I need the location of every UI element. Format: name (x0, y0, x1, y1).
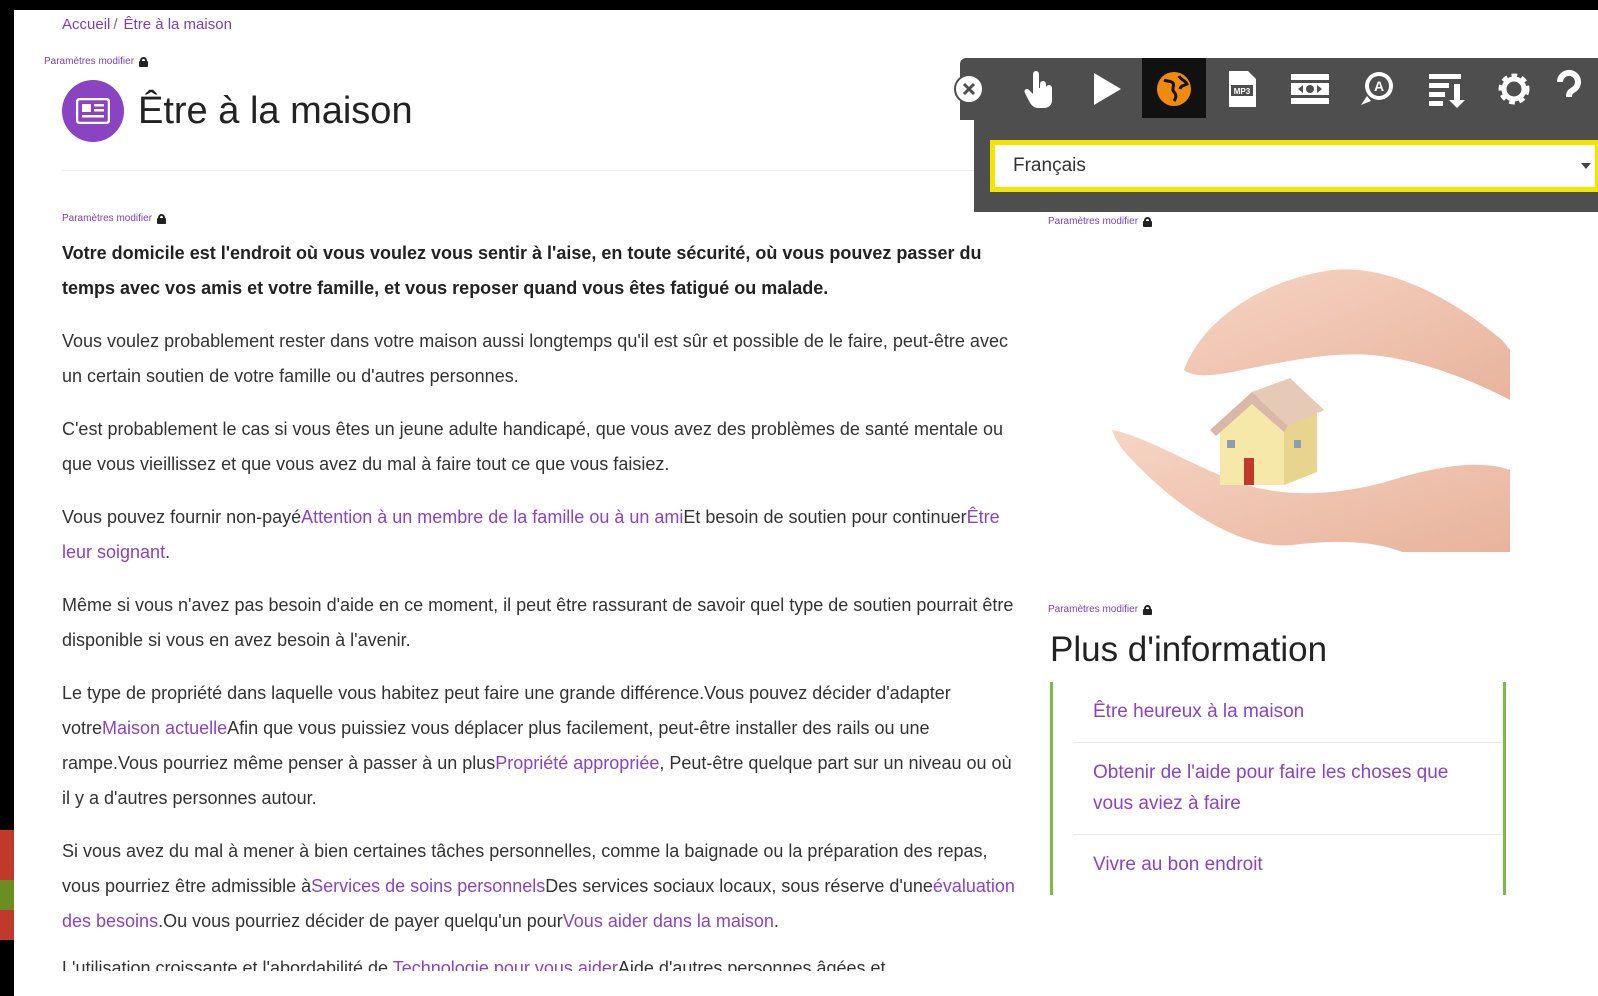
globe-icon[interactable] (1142, 58, 1206, 120)
paragraph-7: L'utilisation croissante et l'abordabili… (62, 951, 1022, 971)
help-icon-graphic (1556, 69, 1581, 98)
dictionary-icon[interactable]: A (1346, 58, 1410, 120)
main-content: Votre domicile est l'endroit où vous vou… (62, 236, 1022, 989)
text: . (165, 542, 171, 562)
list-item: Obtenir de l'aide pour faire les choses … (1073, 743, 1503, 835)
params-label[interactable]: Paramètres modifier (1048, 216, 1138, 227)
language-value: Français (1013, 155, 1086, 176)
list-item: Vivre au bon endroit (1073, 835, 1503, 895)
lead-paragraph: Votre domicile est l'endroit où vous vou… (62, 243, 982, 298)
params-label[interactable]: Paramètres modifier (62, 213, 152, 224)
text: .Ou vous pourriez décider de payer quelq… (158, 911, 563, 931)
gear-icon[interactable] (1482, 58, 1546, 120)
link-help-at-home[interactable]: Vous aider dans la maison (563, 911, 774, 931)
dictionary-icon-graphic: A (1361, 72, 1393, 105)
svg-text:MP3: MP3 (1234, 87, 1251, 96)
breadcrumb-home[interactable]: Accueil (62, 16, 110, 33)
language-panel: Français (974, 118, 1598, 212)
text: Vous pouvez fournir non-payé (62, 507, 302, 527)
divider (62, 170, 1012, 171)
paragraph-3: Vous pouvez fournir non-payéAttention à … (62, 500, 1022, 570)
play-icon[interactable] (1074, 58, 1138, 120)
svg-text:A: A (1374, 78, 1384, 94)
title-row: Être à la maison (62, 80, 413, 142)
more-info-title: Plus d'information (1050, 630, 1328, 669)
hands-house-image (1112, 269, 1510, 552)
params-label[interactable]: Paramètres modifier (1048, 604, 1138, 615)
language-select[interactable]: Français (990, 140, 1598, 192)
reading-list-icon-graphic (1429, 74, 1465, 108)
paragraph-6: Si vous avez du mal à mener à bien certa… (62, 834, 1022, 939)
globe-icon-graphic (1157, 72, 1191, 106)
link-getting-help[interactable]: Obtenir de l'aide pour faire les choses … (1093, 762, 1448, 814)
link-technology[interactable]: Technologie pour vous aider (393, 958, 618, 971)
close-icon-graphic (962, 82, 976, 96)
params-modifier-image[interactable]: Paramètres modifier (1048, 216, 1153, 227)
lock-icon (157, 213, 167, 224)
chevron-down-icon (1581, 163, 1591, 169)
text: Aide d'autres personnes âgées et (617, 958, 886, 971)
breadcrumb-current[interactable]: Être à la maison (124, 16, 232, 33)
text: . (773, 911, 779, 931)
link-personal-care[interactable]: Services de soins personnels (311, 876, 545, 896)
hand-pointer-icon[interactable] (1008, 58, 1072, 120)
screen-mask-icon-graphic (1291, 74, 1329, 104)
hand-pointer-icon-graphic (1024, 71, 1052, 108)
newspaper-icon (62, 80, 124, 142)
lock-icon (1143, 216, 1153, 227)
breadcrumb-separator: / (113, 16, 118, 33)
paragraph-5: Le type de propriété dans laquelle vous … (62, 676, 1022, 816)
mp3-icon[interactable]: MP3 (1210, 58, 1274, 120)
screen-mask-icon[interactable] (1278, 58, 1342, 120)
params-modifier-header[interactable]: Paramètres modifier (44, 56, 149, 67)
link-current-home[interactable]: Maison actuelle (102, 718, 227, 738)
gear-icon-graphic (1498, 73, 1530, 105)
paragraph-4: Même si vous n'avez pas besoin d'aide en… (62, 595, 1014, 650)
params-modifier-info[interactable]: Paramètres modifier (1048, 604, 1153, 615)
params-modifier-content[interactable]: Paramètres modifier (62, 213, 167, 224)
lock-icon (139, 56, 149, 67)
play-icon-graphic (1094, 73, 1121, 105)
page-title: Être à la maison (138, 89, 413, 132)
link-right-place[interactable]: Vivre au bon endroit (1093, 854, 1263, 875)
paragraph-1: Vous voulez probablement rester dans vot… (62, 331, 1008, 386)
reading-toolbar: MP3 A Français (954, 58, 1598, 214)
params-label[interactable]: Paramètres modifier (44, 56, 134, 67)
page: Accueil / Être à la maison Paramètres modi… (14, 10, 1598, 996)
close-icon[interactable] (954, 74, 984, 104)
mp3-icon-graphic: MP3 (1229, 71, 1256, 107)
text: Et besoin de soutien pour continuer (683, 507, 967, 527)
toolbar-bar: MP3 A (960, 58, 1598, 120)
reading-list-icon[interactable] (1414, 58, 1478, 120)
breadcrumb: Accueil / Être à la maison (62, 16, 232, 33)
list-item: Être heureux à la maison (1073, 682, 1503, 743)
text: L'utilisation croissante et l'abordabili… (62, 958, 393, 971)
lock-icon (1143, 604, 1153, 615)
link-happy-at-home[interactable]: Être heureux à la maison (1093, 701, 1304, 722)
link-suitable-property[interactable]: Propriété appropriée (495, 753, 659, 773)
help-icon[interactable] (1548, 58, 1598, 120)
text: Des services sociaux locaux, sous réserv… (545, 876, 933, 896)
background-edge-decoration (0, 880, 14, 910)
newspaper-icon-graphic (76, 98, 110, 124)
paragraph-2: C'est probablement le cas si vous êtes u… (62, 419, 1004, 474)
more-info-list: Être heureux à la maison Obtenir de l'ai… (1050, 682, 1506, 895)
link-family-carer[interactable]: Attention à un membre de la famille ou à… (301, 507, 683, 527)
